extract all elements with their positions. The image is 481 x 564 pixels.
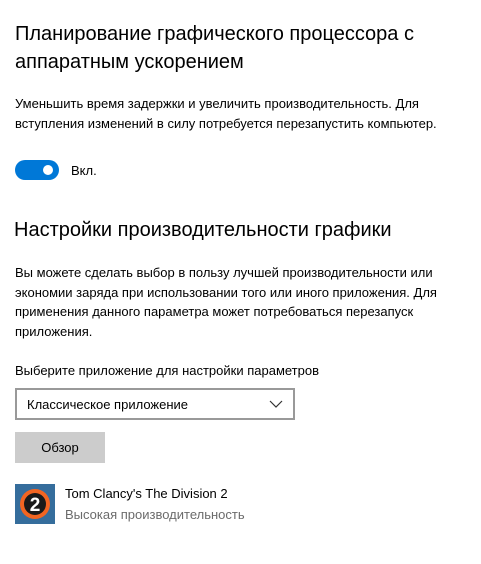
app-list-item[interactable]: 2 Tom Clancy's The Division 2 Высокая пр… — [15, 484, 415, 526]
toggle-knob — [43, 165, 53, 175]
graphics-performance-title: Настройки производительности графики — [14, 219, 392, 241]
hardware-scheduling-toggle-row: Вкл. — [15, 160, 97, 180]
browse-button[interactable]: Обзор — [15, 432, 105, 463]
hardware-scheduling-title: Планирование графического процессора с а… — [15, 23, 414, 73]
app-type-select-value: Классическое приложение — [27, 396, 189, 412]
graphics-settings-page: Планирование графического процессора с а… — [0, 0, 481, 564]
hardware-scheduling-toggle[interactable] — [15, 160, 59, 180]
app-name: Tom Clancy's The Division 2 — [65, 486, 228, 501]
app-type-select[interactable]: Классическое приложение — [15, 388, 295, 420]
chevron-down-icon — [269, 400, 283, 408]
app-text: Tom Clancy's The Division 2 Высокая прои… — [65, 484, 245, 525]
svg-text:2: 2 — [30, 495, 41, 516]
toggle-state-label: Вкл. — [71, 162, 97, 178]
graphics-performance-description: Вы можете сделать выбор в пользу лучшей … — [15, 265, 437, 339]
app-preference: Высокая производительность — [65, 507, 245, 522]
app-type-select-label: Выберите приложение для настройки параме… — [15, 363, 319, 378]
hardware-scheduling-description: Уменьшить время задержки и увеличить про… — [15, 96, 437, 131]
division-2-icon: 2 — [15, 484, 55, 524]
